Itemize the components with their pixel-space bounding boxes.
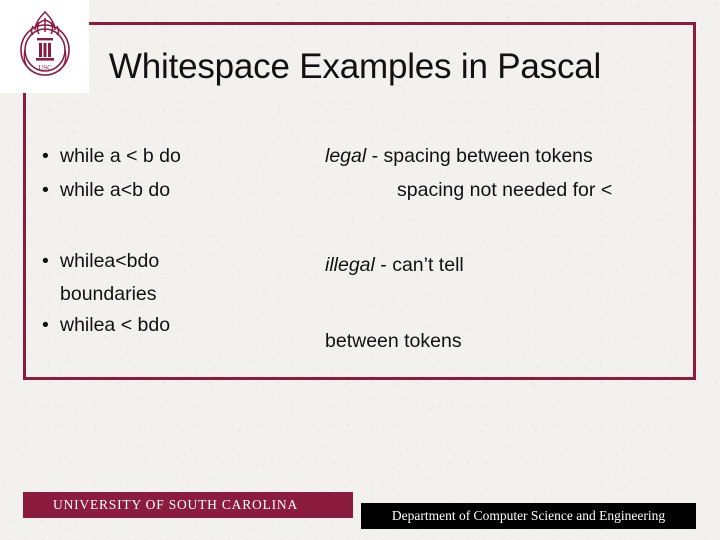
bullet-icon: •: [42, 250, 49, 273]
annotation-text: between tokens: [325, 329, 462, 352]
annotation-text: - can’t tell: [374, 254, 464, 277]
left-column: • while a < b do • while a<b do • whilea…: [30, 140, 320, 342]
list-item-text: while a<b do: [60, 178, 171, 201]
page-title: Whitespace Examples in Pascal: [108, 47, 602, 86]
annotation-text: spacing not needed for <: [397, 178, 613, 201]
annotation-line: illegal - can’t tell: [325, 249, 695, 283]
slide-canvas: USC Whitespace Examples in Pascal • whil…: [0, 0, 720, 540]
frame-border-top: [23, 22, 696, 25]
annotation-emphasis: legal: [325, 145, 367, 167]
list-item-continuation: boundaries: [60, 282, 157, 305]
list-item: • while a<b do: [30, 174, 320, 208]
right-column: legal - spacing between tokens spacing n…: [325, 140, 695, 358]
list-item: • whilea < bdo: [30, 309, 320, 343]
seal-text: USC: [38, 64, 52, 72]
annotation-line: legal - spacing between tokens: [325, 140, 695, 174]
university-seal: USC: [0, 0, 89, 93]
annotation-emphasis: illegal: [325, 254, 375, 277]
slide-body: • while a < b do • while a<b do • whilea…: [30, 140, 690, 370]
frame-border-bottom: [23, 377, 696, 380]
list-item: • whilea<bdo: [30, 245, 320, 279]
list-item-text: whilea < bdo: [60, 313, 171, 336]
footer-department: Department of Computer Science and Engin…: [361, 503, 696, 529]
footer-university: UNIVERSITY OF SOUTH CAROLINA: [23, 492, 353, 518]
list-item-text: while a < b do: [60, 145, 181, 167]
bullet-icon: •: [42, 178, 49, 201]
bullet-icon: •: [42, 145, 49, 167]
annotation-text: - spacing between tokens: [366, 145, 593, 167]
annotation-line: between tokens: [325, 325, 695, 359]
list-item: • while a < b do: [30, 140, 320, 174]
bullet-icon: •: [42, 313, 49, 336]
annotation-line: spacing not needed for <: [325, 174, 695, 208]
list-item-text: whilea<bdo: [60, 250, 160, 273]
